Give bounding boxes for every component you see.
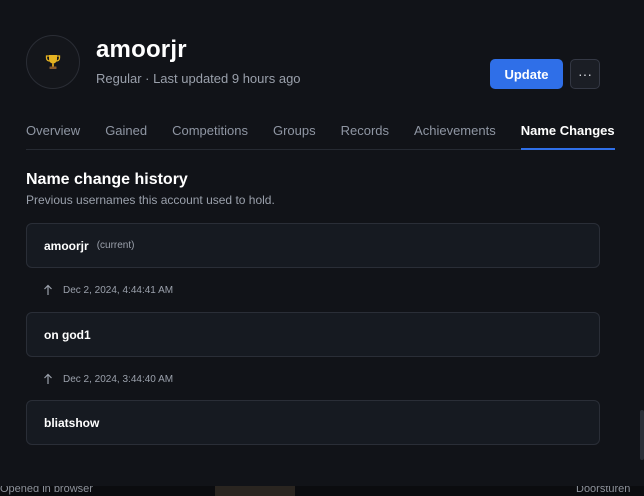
current-tag: (current) (96, 240, 135, 251)
update-button[interactable]: Update (490, 59, 563, 89)
player-avatar (26, 35, 80, 89)
tab-overview[interactable]: Overview (26, 113, 80, 150)
more-icon: ··· (578, 66, 592, 82)
change-date: Dec 2, 2024, 3:44:40 AM (63, 373, 174, 385)
page: amoorjr Regular · Last updated 9 hours a… (0, 0, 644, 496)
player-name: amoorjr (96, 36, 187, 63)
username: on god1 (44, 327, 91, 342)
name-card: bliatshow (26, 400, 600, 445)
bottom-strip: Opened in browser Doorsturen (0, 486, 644, 496)
arrow-up-icon (44, 373, 52, 384)
tab-gained[interactable]: Gained (105, 113, 147, 150)
section-description: Previous usernames this account used to … (26, 193, 275, 207)
footer-right-text: Doorsturen (576, 486, 631, 495)
tab-competitions[interactable]: Competitions (172, 113, 248, 150)
trophy-icon (45, 55, 61, 69)
tab-records[interactable]: Records (341, 113, 389, 150)
section-title: Name change history (26, 171, 188, 188)
change-date: Dec 2, 2024, 4:44:41 AM (63, 284, 174, 296)
scrollbar[interactable] (640, 410, 644, 460)
more-options-button[interactable]: ··· (570, 59, 600, 89)
name-card: on god1 (26, 312, 600, 357)
thumbnail-image (215, 486, 295, 496)
arrow-up-icon (44, 284, 52, 295)
player-subtitle: Regular · Last updated 9 hours ago (96, 71, 301, 86)
tab-bar: Overview Gained Competitions Groups Reco… (26, 113, 615, 150)
tab-name-changes[interactable]: Name Changes (520, 113, 615, 150)
name-change-event: Dec 2, 2024, 4:44:41 AM (43, 284, 173, 296)
name-card-current: amoorjr (current) (26, 223, 600, 268)
footer-left-text: Opened in browser (0, 486, 93, 495)
username: amoorjr (44, 238, 89, 253)
name-change-event: Dec 2, 2024, 3:44:40 AM (43, 373, 173, 385)
username: bliatshow (44, 415, 100, 430)
tab-achievements[interactable]: Achievements (414, 113, 496, 150)
tab-groups[interactable]: Groups (273, 113, 316, 150)
